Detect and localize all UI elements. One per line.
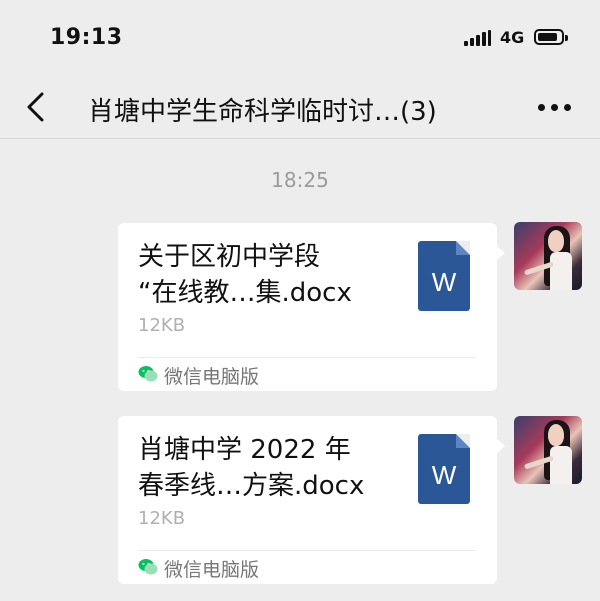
file-size: 12KB	[138, 315, 186, 336]
divider	[138, 357, 476, 358]
divider	[138, 550, 476, 551]
file-name: 关于区初中学段 “在线教…集.docx	[138, 242, 352, 308]
message-timestamp: 18:25	[271, 168, 329, 192]
chat-title: 肖塘中学生命科学临时讨…(3)	[88, 97, 437, 127]
word-document-icon: W	[418, 434, 470, 504]
avatar[interactable]	[514, 222, 582, 290]
nav-bar: 肖塘中学生命科学临时讨…(3)	[0, 76, 600, 139]
source-label: 微信电脑版	[164, 366, 260, 388]
status-time: 19:13	[50, 25, 123, 50]
file-message[interactable]: 关于区初中学段 “在线教…集.docx W 12KB 微信电脑版	[118, 223, 505, 391]
status-bar: 19:13 4G	[0, 0, 600, 76]
wechat-icon	[138, 366, 158, 382]
file-size: 12KB	[138, 508, 186, 529]
battery-icon	[534, 29, 568, 45]
avatar[interactable]	[514, 416, 582, 484]
file-name: 肖塘中学 2022 年 春季线…方案.docx	[138, 435, 365, 501]
file-message[interactable]: 肖塘中学 2022 年 春季线…方案.docx W 12KB 微信电脑版	[118, 416, 505, 584]
more-options-icon[interactable]	[538, 104, 572, 112]
signal-icon	[464, 30, 492, 46]
back-icon[interactable]	[24, 92, 48, 122]
wechat-icon	[138, 559, 158, 575]
network-type: 4G	[500, 28, 525, 47]
word-document-icon: W	[418, 241, 470, 311]
source-label: 微信电脑版	[164, 559, 260, 581]
